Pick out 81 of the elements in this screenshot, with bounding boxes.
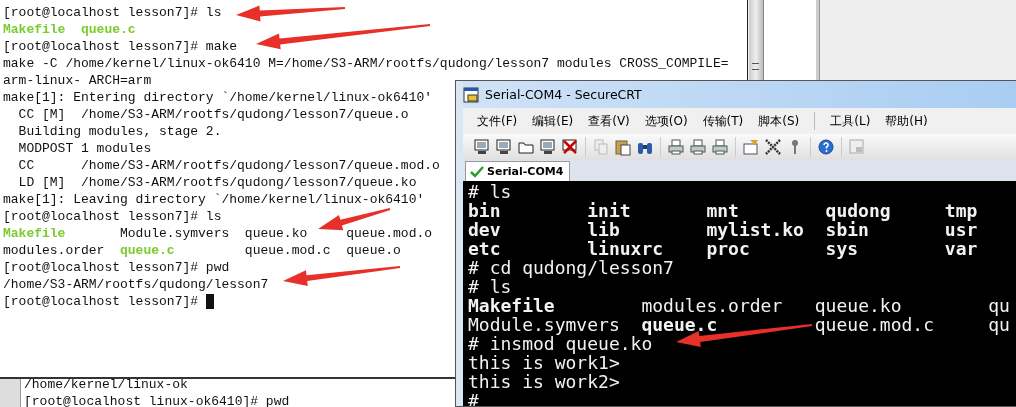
terminal-line: [root@localhost lesson7]# [3,293,199,310]
menu-item[interactable]: 选项(O) [644,112,688,130]
file-name: queue.mod.o [346,225,433,242]
file-name: sbin [825,220,869,239]
window-frame [0,379,21,407]
computer-icon[interactable] [473,138,491,156]
file-name: var [944,239,978,258]
menu-item[interactable]: 脚本(S) [758,112,800,130]
check-icon [470,165,484,178]
terminal-line: make[1]: Entering directory `/home/kernel/linux-ok6410' [3,89,433,106]
terminal-line: # ls [468,277,512,296]
computer-icon[interactable] [495,138,513,156]
file-name: queue.c [641,315,718,334]
terminal-line: this is work1> [468,353,620,372]
window-title: Serial-COM4 - SecureCRT [485,87,642,102]
menu-item[interactable]: 查看(V) [588,112,630,130]
file-name: queue.c [120,242,175,259]
terminal-line: # ls [468,182,512,201]
terminal-line: # insmod queue.ko [468,334,653,353]
file-name: queue.mod.c [814,315,934,334]
file-name: queue.ko [814,296,902,315]
file-name: qudong [825,201,891,220]
menu-item[interactable]: 帮助(H) [885,112,928,130]
menu-item[interactable]: 编辑(E) [532,112,574,130]
window-icon [463,86,479,103]
file-name: Makefile [3,225,66,242]
terminal-line: this is work2> [468,372,620,391]
file-name: init [587,201,631,220]
terminal-line: MODPOST 1 modules [17,140,152,157]
file-name: queue.mod.c [244,242,331,259]
file-name: linuxrc [587,239,664,258]
clipboard-icon[interactable] [614,138,632,156]
menu-item[interactable]: 文件(F) [477,112,518,130]
file-name: modules.order [3,242,105,259]
file-name: mnt [706,201,739,220]
session-tab[interactable]: Serial-COM4 [465,161,571,181]
computer-icon[interactable] [539,138,557,156]
scrollbar[interactable] [749,0,763,80]
printer-icon[interactable] [711,138,729,156]
disconnect-icon[interactable] [561,138,579,156]
file-name: queue.o [346,242,401,259]
file-name: Module.symvers [468,315,620,334]
terminal-line: [root@localhost linux-ok6410]# pwd [24,393,290,407]
terminal-line: arm-linux- ARCH=arm [3,72,152,89]
terminal-line: make -C /home/kernel/linux-ok6410 M=/home/S3-ARM/rootfs/qudong/lesson7 modules CROSS_COMPILE= [3,55,729,72]
file-name: qu [988,315,1010,334]
printer-icon[interactable] [667,138,685,156]
file-name: proc [706,239,750,258]
file-name: etc [468,239,501,258]
terminal-line: CC /home/S3-ARM/rootfs/qudong/lesson7/queue.mod.o [17,157,440,174]
file-name: mylist.ko [706,220,804,239]
menu-item[interactable]: 传输(T) [702,112,744,130]
terminal-line: [root@localhost lesson7]# ls [3,208,222,225]
file-name: Makefile [468,296,555,315]
file-name: qu [988,296,1010,315]
help-icon[interactable] [817,138,835,156]
terminal-line: [root@localhost lesson7]# pwd [3,259,230,276]
grip-icon [752,63,759,70]
terminal-line: LD [M] /home/S3-ARM/rootfs/qudong/lesson7/queue.ko [17,174,417,191]
file-name: queue.c [81,21,136,38]
file-name: sys [825,239,859,258]
file-name: bin [468,201,501,220]
terminal-line: /home/kernel/linux-ok [24,376,188,393]
terminal-line: # cd qudong/lesson7 [468,258,674,277]
file-name: modules.order [641,296,783,315]
terminal-line: [root@localhost lesson7]# ls [3,4,222,21]
printer-icon[interactable] [689,138,707,156]
tools-icon[interactable] [764,138,782,156]
file-name: dev [468,220,501,239]
terminal-line: [root@localhost lesson7]# make [3,38,238,55]
menu-item[interactable]: 工具(L) [830,112,871,130]
file-name: usr [944,220,978,239]
terminal-line: Building modules, stage 2. [17,123,222,140]
terminal-line: make[1]: Leaving directory `/home/kernel/linux-ok6410' [3,191,425,208]
file-name: queue.ko [244,225,308,242]
file-name: Module.symvers [120,225,230,242]
file-name: lib [587,220,620,239]
terminal-line: /home/S3-ARM/rootfs/qudong/lesson7 [3,276,269,293]
terminal-line: CC [M] /home/S3-ARM/rootfs/qudong/lesson7/queue.o [17,106,409,123]
file-name: Makefile [3,21,66,38]
file-name: tmp [944,201,978,220]
